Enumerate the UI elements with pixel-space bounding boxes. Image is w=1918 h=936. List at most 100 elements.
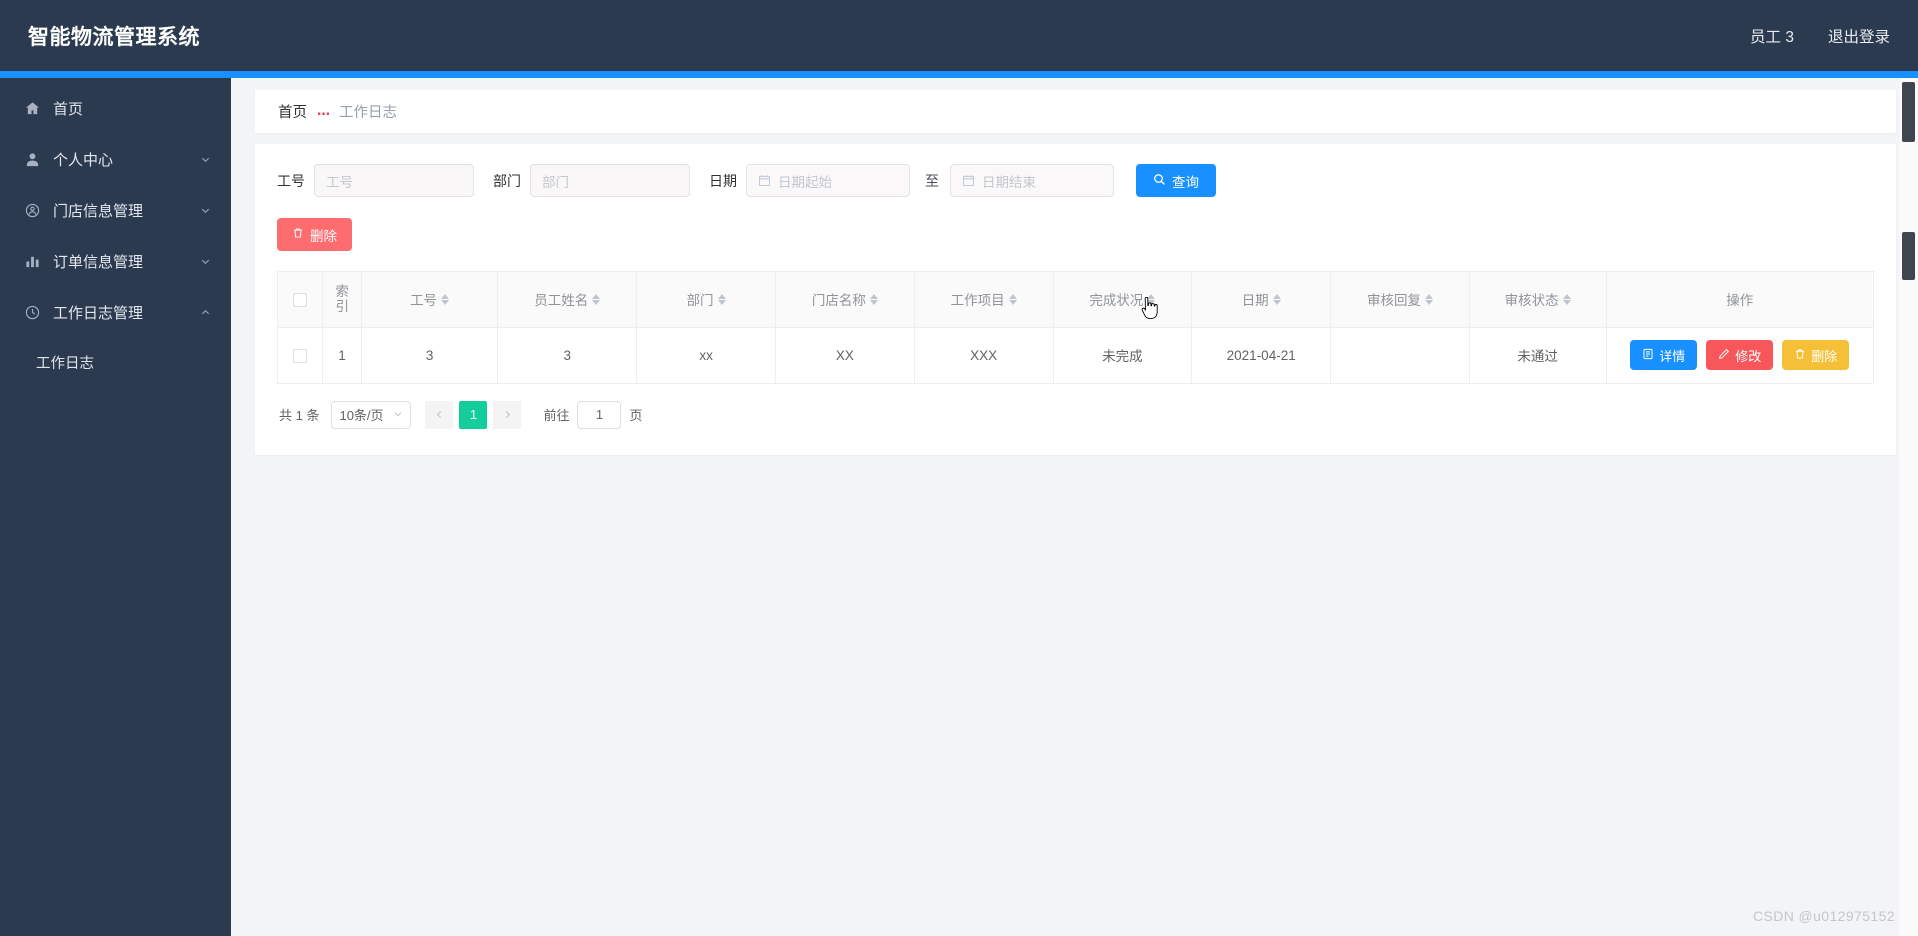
th-index-label: 索引 <box>335 284 350 315</box>
date-label: 日期 <box>709 172 737 189</box>
row-select-cell[interactable] <box>278 327 324 384</box>
worklog-panel: 工号 工号 部门 部门 日期 日期起始 至 日期结束 查询 删除 索引 工号 员… <box>255 144 1896 455</box>
bulk-delete-button[interactable]: 删除 <box>277 218 352 251</box>
chevron-down-icon <box>200 205 211 216</box>
vertical-scrollbar-thumb-outer[interactable] <box>1902 82 1915 142</box>
vertical-scrollbar-thumb-inner[interactable] <box>1902 232 1915 280</box>
cell-status: 未完成 <box>1053 327 1193 384</box>
query-button[interactable]: 查询 <box>1136 164 1216 197</box>
sidebar-item-store-management-label: 门店信息管理 <box>53 203 144 220</box>
th-emp-no[interactable]: 工号 <box>361 272 499 328</box>
cell-dept: xx <box>636 327 776 384</box>
department-input[interactable]: 部门 <box>530 164 690 197</box>
bar-chart-icon <box>22 252 42 272</box>
sort-icon[interactable] <box>1272 293 1281 305</box>
th-emp-name[interactable]: 员工姓名 <box>497 272 638 328</box>
chevron-down-icon <box>200 256 211 267</box>
sidebar-item-order-management[interactable]: 订单信息管理 <box>0 236 231 287</box>
pagination-jump-input[interactable]: 1 <box>577 400 622 429</box>
sort-icon[interactable] <box>1562 293 1571 305</box>
sidebar-item-store-management[interactable]: 门店信息管理 <box>0 185 231 236</box>
cell-reply <box>1330 327 1470 384</box>
breadcrumb: 首页 … 工作日志 <box>255 90 1896 133</box>
sort-icon[interactable] <box>592 293 601 305</box>
cell-date: 2021-04-21 <box>1191 327 1332 384</box>
select-all-checkbox[interactable] <box>293 292 308 307</box>
pagination-prev-button[interactable] <box>425 400 454 429</box>
th-audit[interactable]: 审核状态 <box>1469 272 1607 328</box>
sort-icon[interactable] <box>1008 293 1017 305</box>
th-project-label: 工作项目 <box>950 293 1005 309</box>
th-actions-label: 操作 <box>1726 293 1754 309</box>
employee-no-label: 工号 <box>277 172 305 189</box>
row-detail-button[interactable]: 详情 <box>1630 340 1698 370</box>
cell-audit: 未通过 <box>1469 327 1607 384</box>
employee-no-input[interactable]: 工号 <box>314 164 474 197</box>
document-icon <box>1642 348 1654 363</box>
query-button-label: 查询 <box>1172 174 1199 190</box>
pagination: 共 1 条 10条/页 1 前往 1 页 <box>277 400 1874 429</box>
calendar-icon <box>962 174 975 187</box>
cell-emp-name: 3 <box>497 327 638 384</box>
sidebar-item-worklog-management[interactable]: 工作日志管理 <box>0 287 231 338</box>
breadcrumb-home[interactable]: 首页 <box>278 101 307 122</box>
date-range-separator: 至 <box>925 172 939 189</box>
row-checkbox[interactable] <box>293 348 308 363</box>
app-title: 智能物流管理系统 <box>28 25 200 49</box>
filter-bar: 工号 工号 部门 部门 日期 日期起始 至 日期结束 查询 <box>277 164 1874 197</box>
table-toolbar: 删除 <box>277 218 1874 251</box>
date-end-input[interactable]: 日期结束 <box>950 164 1114 197</box>
th-audit-label: 审核状态 <box>1504 293 1559 309</box>
th-date[interactable]: 日期 <box>1191 272 1332 328</box>
table-row[interactable]: 1 3 3 xx XX XXX 未完成 2021-04-21 未通过 详情 修改… <box>278 327 1873 384</box>
row-edit-button[interactable]: 修改 <box>1706 340 1774 370</box>
sidebar-item-worklog-management-label: 工作日志管理 <box>53 305 144 322</box>
date-start-input[interactable]: 日期起始 <box>746 164 910 197</box>
row-delete-label: 删除 <box>1811 348 1838 364</box>
page-size-select[interactable]: 10条/页 <box>331 400 412 429</box>
th-reply-label: 审核回复 <box>1366 293 1421 309</box>
cell-index: 1 <box>322 327 362 384</box>
sort-icon[interactable] <box>1424 293 1433 305</box>
sort-icon[interactable] <box>717 293 726 305</box>
th-actions: 操作 <box>1606 272 1873 328</box>
vertical-scrollbar-track[interactable] <box>1899 78 1918 936</box>
th-store[interactable]: 门店名称 <box>775 272 915 328</box>
department-label: 部门 <box>493 172 521 189</box>
sidebar-item-personal-center[interactable]: 个人中心 <box>0 134 231 185</box>
header-accent-bar <box>0 71 1918 78</box>
pagination-total: 共 1 条 <box>279 408 320 423</box>
sidebar-nav: 首页 个人中心 门店信息管理 订单信息管理 工作日志管理 工作日志 <box>0 71 231 936</box>
sidebar-item-order-management-label: 订单信息管理 <box>53 254 144 271</box>
current-user-label[interactable]: 员工 3 <box>1750 25 1794 47</box>
sort-icon[interactable] <box>441 293 450 305</box>
bulk-delete-label: 删除 <box>310 228 337 244</box>
chevron-down-icon <box>393 407 403 422</box>
th-emp-no-label: 工号 <box>410 293 438 309</box>
page-size-value: 10条/页 <box>339 408 384 423</box>
row-detail-label: 详情 <box>1659 348 1686 364</box>
logout-button[interactable]: 退出登录 <box>1828 25 1890 47</box>
th-project[interactable]: 工作项目 <box>914 272 1054 328</box>
pagination-next-button[interactable] <box>493 400 522 429</box>
chevron-up-icon <box>200 307 211 318</box>
sidebar-subitem-worklog[interactable]: 工作日志 <box>0 338 231 386</box>
sidebar-item-home[interactable]: 首页 <box>0 83 231 134</box>
breadcrumb-current: 工作日志 <box>339 105 397 121</box>
sidebar-item-personal-center-label: 个人中心 <box>53 152 114 169</box>
th-dept[interactable]: 部门 <box>636 272 776 328</box>
row-delete-button[interactable]: 删除 <box>1782 340 1850 370</box>
th-index: 索引 <box>322 272 362 328</box>
date-end-placeholder: 日期结束 <box>982 174 1036 190</box>
pagination-page-1[interactable]: 1 <box>459 400 488 429</box>
th-reply[interactable]: 审核回复 <box>1330 272 1470 328</box>
sidebar-subitem-worklog-label: 工作日志 <box>36 355 94 372</box>
main-content: 首页 … 工作日志 工号 工号 部门 部门 日期 日期起始 至 日期结束 查询 … <box>231 78 1918 936</box>
th-select-all[interactable] <box>278 272 324 328</box>
chevron-down-icon <box>200 154 211 165</box>
sort-icon[interactable] <box>869 293 878 305</box>
pagination-jump-suffix: 页 <box>629 408 643 423</box>
sort-icon[interactable] <box>1147 293 1156 305</box>
th-status[interactable]: 完成状况 <box>1053 272 1193 328</box>
trash-icon <box>1794 348 1806 363</box>
